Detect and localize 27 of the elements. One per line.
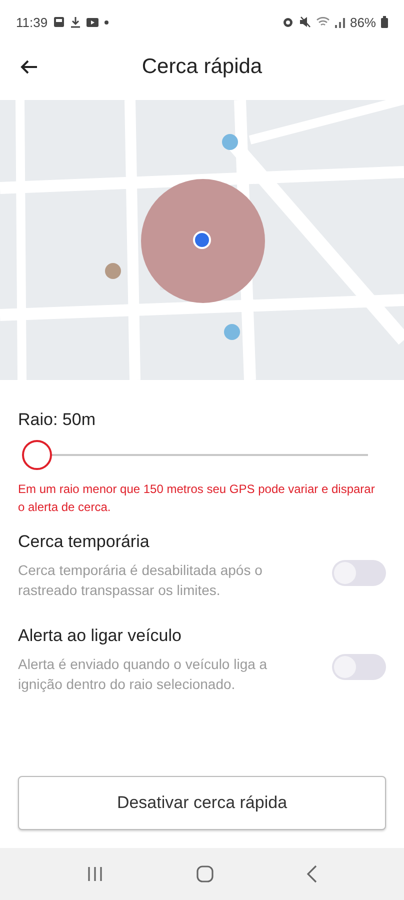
alarm-icon [282,16,294,28]
slider-thumb[interactable] [22,440,52,470]
video-icon [86,16,99,28]
status-time: 11:39 [16,14,48,30]
setting-title: Alerta ao ligar veículo [18,626,182,646]
back-nav-icon[interactable] [306,865,318,883]
recent-apps-icon[interactable] [86,866,104,882]
toggle-switch[interactable] [332,560,386,586]
download-icon [70,16,81,28]
deactivate-button[interactable]: Desativar cerca rápida [18,776,386,830]
toggle-switch[interactable] [332,654,386,680]
setting-title: Cerca temporária [18,532,150,552]
setting-description: Alerta é enviado quando o veículo liga a ignição dentro do raio selecionado. [18,655,268,694]
mute-icon [298,16,311,28]
setting-description: Cerca temporária é desabilitada após o rastreado transpassar os limites. [18,561,264,600]
battery-percent: 86% [350,14,376,30]
signal-icon [334,16,345,28]
gallery-icon [52,16,65,28]
back-arrow-icon [20,59,38,75]
radius-slider[interactable] [22,440,368,470]
warning-text: Em um raio menor que 150 metros seu GPS pode variar e disparar o alerta de cerca. [18,481,376,516]
dot-icon [104,20,109,24]
wifi-icon [316,16,330,28]
page-title: Cerca rápida [142,55,262,79]
radius-label: Raio: 50m [18,410,96,430]
battery-icon [381,16,388,28]
home-icon[interactable] [196,865,214,883]
